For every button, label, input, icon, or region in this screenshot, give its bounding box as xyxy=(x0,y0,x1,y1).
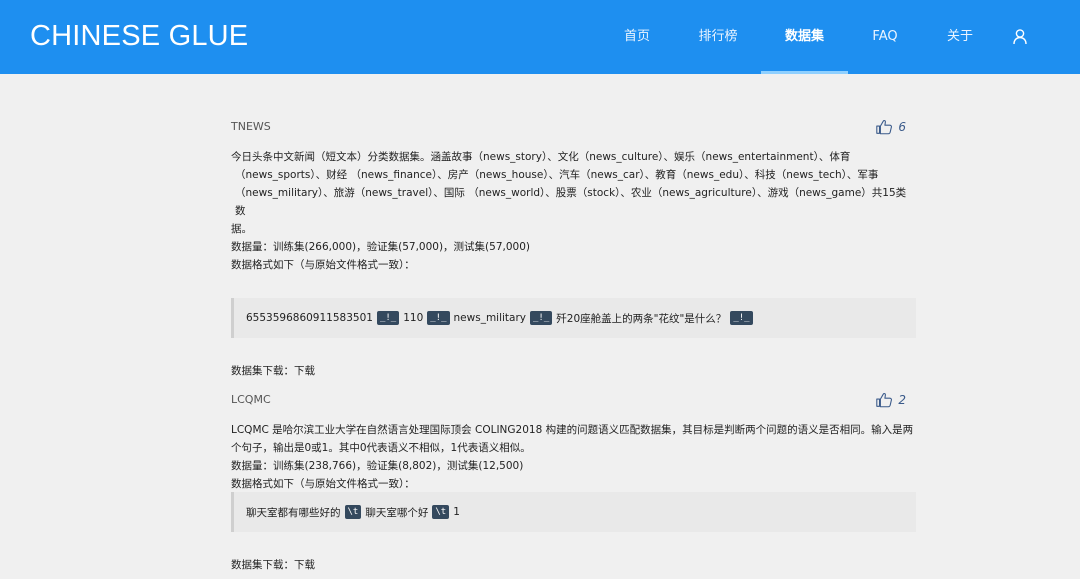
description-line: LCQMC 是哈尔滨工业大学在自然语言处理国际顶会 COLING2018 构建的… xyxy=(231,424,914,436)
nav-faq[interactable]: FAQ xyxy=(862,0,908,74)
sample-code-block: 聊天室都有哪些好的 \t 聊天室哪个好 \t 1 xyxy=(231,492,916,532)
like-control[interactable]: 6 xyxy=(875,118,906,136)
download-row: 数据集下载：下载 xyxy=(231,557,315,572)
separator-token: \t xyxy=(432,505,450,519)
download-label: 数据集下载： xyxy=(231,559,294,571)
description-line: 今日头条中文新闻（短文本）分类数据集。涵盖故事（news_story）、文化（n… xyxy=(231,151,851,163)
nav-about[interactable]: 关于 xyxy=(938,0,982,74)
nav-home[interactable]: 首页 xyxy=(612,0,662,74)
sample-field: news_military xyxy=(453,312,527,324)
nav-leaderboard[interactable]: 排行榜 xyxy=(690,0,746,74)
description-line: （news_military）、旅游（news_travel）、国际 （news… xyxy=(235,187,907,217)
nav-datasets[interactable]: 数据集 xyxy=(761,0,848,74)
sample-code-block: 6553596860911583501 _!_ 110 _!_ news_mil… xyxy=(231,298,916,338)
download-row: 数据集下载：下载 xyxy=(231,363,315,378)
description-line: 个句子，输出是0或1。其中0代表语义不相似，1代表语义相似。 xyxy=(231,442,531,454)
dataset-stats: 数据量：训练集(266,000)，验证集(57,000)，测试集(57,000) xyxy=(231,241,530,253)
download-link[interactable]: 下载 xyxy=(294,365,315,377)
dataset-stats: 数据量：训练集(238,766)，验证集(8,802)，测试集(12,500) xyxy=(231,460,524,472)
like-count: 2 xyxy=(898,393,906,407)
user-icon[interactable] xyxy=(1010,27,1030,47)
sample-field: 1 xyxy=(453,506,460,518)
site-logo[interactable]: CHINESE GLUE xyxy=(30,20,248,53)
description-line: （news_sports）、财经 （news_finance）、房产（news_… xyxy=(235,169,879,181)
main-content: TNEWS 6 今日头条中文新闻（短文本）分类数据集。涵盖故事（news_sto… xyxy=(0,74,1080,579)
sample-field: 聊天室都有哪些好的 xyxy=(246,506,341,519)
description-line: 据。 xyxy=(231,223,252,235)
nav-datasets-label: 数据集 xyxy=(784,29,824,44)
dataset-description: LCQMC 是哈尔滨工业大学在自然语言处理国际顶会 COLING2018 构建的… xyxy=(231,421,916,493)
dataset-title: LCQMC xyxy=(231,393,271,406)
sample-field: 歼20座舱盖上的两条"花纹"是什么？ xyxy=(556,312,727,325)
like-control[interactable]: 2 xyxy=(875,391,906,409)
download-label: 数据集下载： xyxy=(231,365,294,377)
separator-token: _!_ xyxy=(427,311,450,325)
thumbs-up-icon[interactable] xyxy=(875,391,893,409)
sample-field: 6553596860911583501 xyxy=(246,312,373,324)
download-link[interactable]: 下载 xyxy=(294,559,315,571)
dataset-description: 今日头条中文新闻（短文本）分类数据集。涵盖故事（news_story）、文化（n… xyxy=(231,148,916,274)
separator-token: _!_ xyxy=(376,311,400,325)
thumbs-up-icon[interactable] xyxy=(875,118,893,136)
top-navbar: CHINESE GLUE 首页 排行榜 数据集 FAQ 关于 xyxy=(0,0,1080,74)
format-note: 数据格式如下（与原始文件格式一致）： xyxy=(231,478,415,490)
separator-token: \t xyxy=(344,505,362,519)
separator-token: _!_ xyxy=(730,311,753,325)
format-note: 数据格式如下（与原始文件格式一致）： xyxy=(231,259,415,271)
like-count: 6 xyxy=(898,120,906,134)
dataset-title: TNEWS xyxy=(231,120,271,133)
sample-field: 聊天室哪个好 xyxy=(365,506,429,519)
sample-field: 110 xyxy=(403,312,424,324)
separator-token: _!_ xyxy=(530,311,553,325)
